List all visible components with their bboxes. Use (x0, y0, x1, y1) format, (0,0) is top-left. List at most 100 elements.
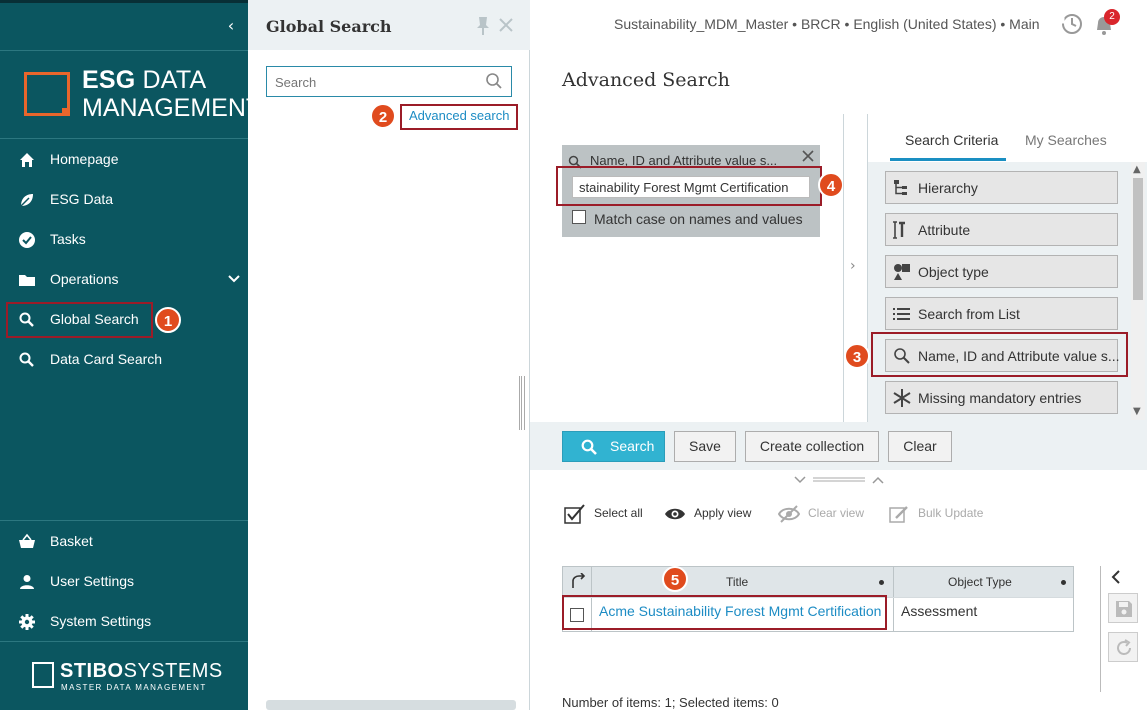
panel-resize-handle[interactable] (519, 376, 525, 430)
missing-mandatory-criteria-button[interactable]: Missing mandatory entries (885, 381, 1118, 414)
horizontal-scrollbar[interactable] (266, 700, 516, 710)
annotation-box-3 (871, 332, 1128, 377)
collapse-sidebar-icon[interactable]: ‹ (222, 16, 240, 36)
select-all-label: Select all (594, 506, 643, 520)
create-collection-button[interactable]: Create collection (745, 431, 879, 462)
object-type-icon (894, 264, 910, 280)
clear-view-button[interactable]: Clear view (778, 504, 868, 524)
close-icon[interactable] (499, 18, 513, 32)
pin-icon[interactable] (476, 16, 490, 36)
sidebar: ‹ ESG DATA MANAGEMENT Homepage ESG Data … (0, 0, 261, 710)
match-case-checkbox[interactable] (572, 210, 586, 224)
criteria-scrollbar[interactable]: ▲ ▼ (1131, 162, 1145, 420)
chevron-left-icon[interactable] (1110, 570, 1122, 584)
column-header-title[interactable]: Title (726, 575, 748, 589)
clear-view-label: Clear view (808, 506, 865, 520)
clear-button[interactable]: Clear (888, 431, 952, 462)
chevron-right-icon[interactable]: › (850, 258, 856, 274)
stibo-logo-icon (32, 662, 54, 688)
match-case-label: Match case on names and values (594, 211, 803, 227)
sidebar-item-label: ESG Data (50, 191, 114, 207)
side-tools-divider (1100, 566, 1101, 692)
notification-count-badge: 2 (1104, 9, 1120, 25)
eye-icon (665, 508, 685, 520)
sidebar-item-user-settings[interactable]: User Settings (0, 564, 248, 600)
global-search-title: Global Search (266, 17, 392, 36)
check-circle-icon (19, 232, 35, 248)
column-menu-icon[interactable] (879, 580, 884, 585)
attribute-icon (893, 221, 905, 239)
refresh-results-button[interactable] (1108, 632, 1138, 662)
refresh-column-icon[interactable] (569, 573, 587, 591)
folder-icon (19, 275, 35, 286)
annotation-badge-4: 4 (818, 172, 844, 198)
sidebar-item-basket[interactable]: Basket (0, 524, 248, 560)
criteria-button-label: Missing mandatory entries (918, 390, 1082, 406)
select-all-button[interactable]: Select all (564, 504, 644, 524)
annotation-box-2 (400, 104, 518, 130)
result-object-type: Assessment (901, 603, 978, 619)
annotation-badge-1: 1 (155, 307, 181, 333)
object-type-criteria-button[interactable]: Object type (885, 255, 1118, 288)
search-icon[interactable] (485, 72, 503, 90)
sidebar-divider (0, 641, 248, 642)
refresh-icon (1117, 639, 1131, 655)
sidebar-item-system-settings[interactable]: System Settings (0, 604, 248, 640)
basket-icon (19, 533, 35, 548)
floppy-disk-icon (1116, 601, 1132, 617)
sidebar-item-operations[interactable]: Operations (0, 262, 248, 298)
result-count-text: Number of items: 1; Selected items: 0 (562, 695, 779, 710)
sidebar-item-label: Basket (50, 533, 93, 549)
hierarchy-criteria-button[interactable]: Hierarchy (885, 171, 1118, 204)
sidebar-item-label: Operations (50, 271, 119, 287)
sidebar-item-esg-data[interactable]: ESG Data (0, 182, 248, 218)
sidebar-item-label: System Settings (50, 613, 152, 629)
attribute-criteria-button[interactable]: Attribute (885, 213, 1118, 246)
stibo-brand: STIBOSYSTEMS (60, 660, 223, 682)
annotation-badge-3: 3 (844, 343, 870, 369)
apply-view-label: Apply view (694, 506, 752, 520)
tab-my-searches[interactable]: My Searches (1025, 132, 1107, 148)
search-icon (19, 352, 34, 367)
bulk-update-icon (889, 506, 908, 523)
sidebar-item-homepage[interactable]: Homepage (0, 142, 248, 178)
sidebar-item-label: Data Card Search (50, 351, 163, 367)
search-button[interactable]: Search (562, 431, 665, 462)
column-header-object-type[interactable]: Object Type (948, 575, 1012, 589)
context-breadcrumb: Sustainability_MDM_Master • BRCR • Engli… (614, 16, 1040, 32)
chevron-down-icon[interactable] (228, 274, 240, 284)
leaf-icon (20, 194, 33, 207)
remove-criteria-icon[interactable] (802, 150, 814, 162)
sidebar-divider (0, 520, 248, 521)
column-menu-icon[interactable] (1061, 580, 1066, 585)
active-tab-indicator (890, 158, 1006, 161)
sidebar-item-label: User Settings (50, 573, 135, 589)
global-search-input[interactable] (275, 73, 475, 91)
bulk-update-label: Bulk Update (918, 506, 984, 520)
pane-splitter[interactable]: › (843, 114, 868, 422)
criteria-button-label: Search from List (918, 306, 1020, 322)
scroll-down-icon[interactable]: ▼ (1133, 406, 1141, 417)
expand-collapse-handle-icon[interactable] (793, 474, 885, 486)
sidebar-item-data-card-search[interactable]: Data Card Search (0, 342, 248, 378)
logo-text-line1: ESG DATA (82, 66, 207, 94)
search-from-list-criteria-button[interactable]: Search from List (885, 297, 1118, 330)
sidebar-item-label: Tasks (50, 231, 86, 247)
scroll-up-icon[interactable]: ▲ (1133, 164, 1141, 175)
global-search-field[interactable] (266, 66, 512, 97)
history-icon[interactable] (1060, 12, 1084, 36)
annotation-box-1 (6, 302, 153, 338)
bulk-update-button[interactable]: Bulk Update (888, 504, 988, 524)
advanced-search-title: Advanced Search (562, 69, 730, 91)
save-button[interactable]: Save (674, 431, 736, 462)
annotation-badge-2: 2 (370, 103, 396, 129)
criteria-button-label: Hierarchy (918, 180, 978, 196)
save-results-button[interactable] (1108, 593, 1138, 623)
sidebar-item-tasks[interactable]: Tasks (0, 222, 248, 258)
search-icon (581, 439, 597, 455)
scroll-thumb[interactable] (1133, 178, 1143, 300)
apply-view-button[interactable]: Apply view (664, 504, 756, 524)
esg-logo-icon (24, 72, 70, 116)
sidebar-divider (0, 50, 248, 51)
tab-search-criteria[interactable]: Search Criteria (905, 132, 998, 148)
